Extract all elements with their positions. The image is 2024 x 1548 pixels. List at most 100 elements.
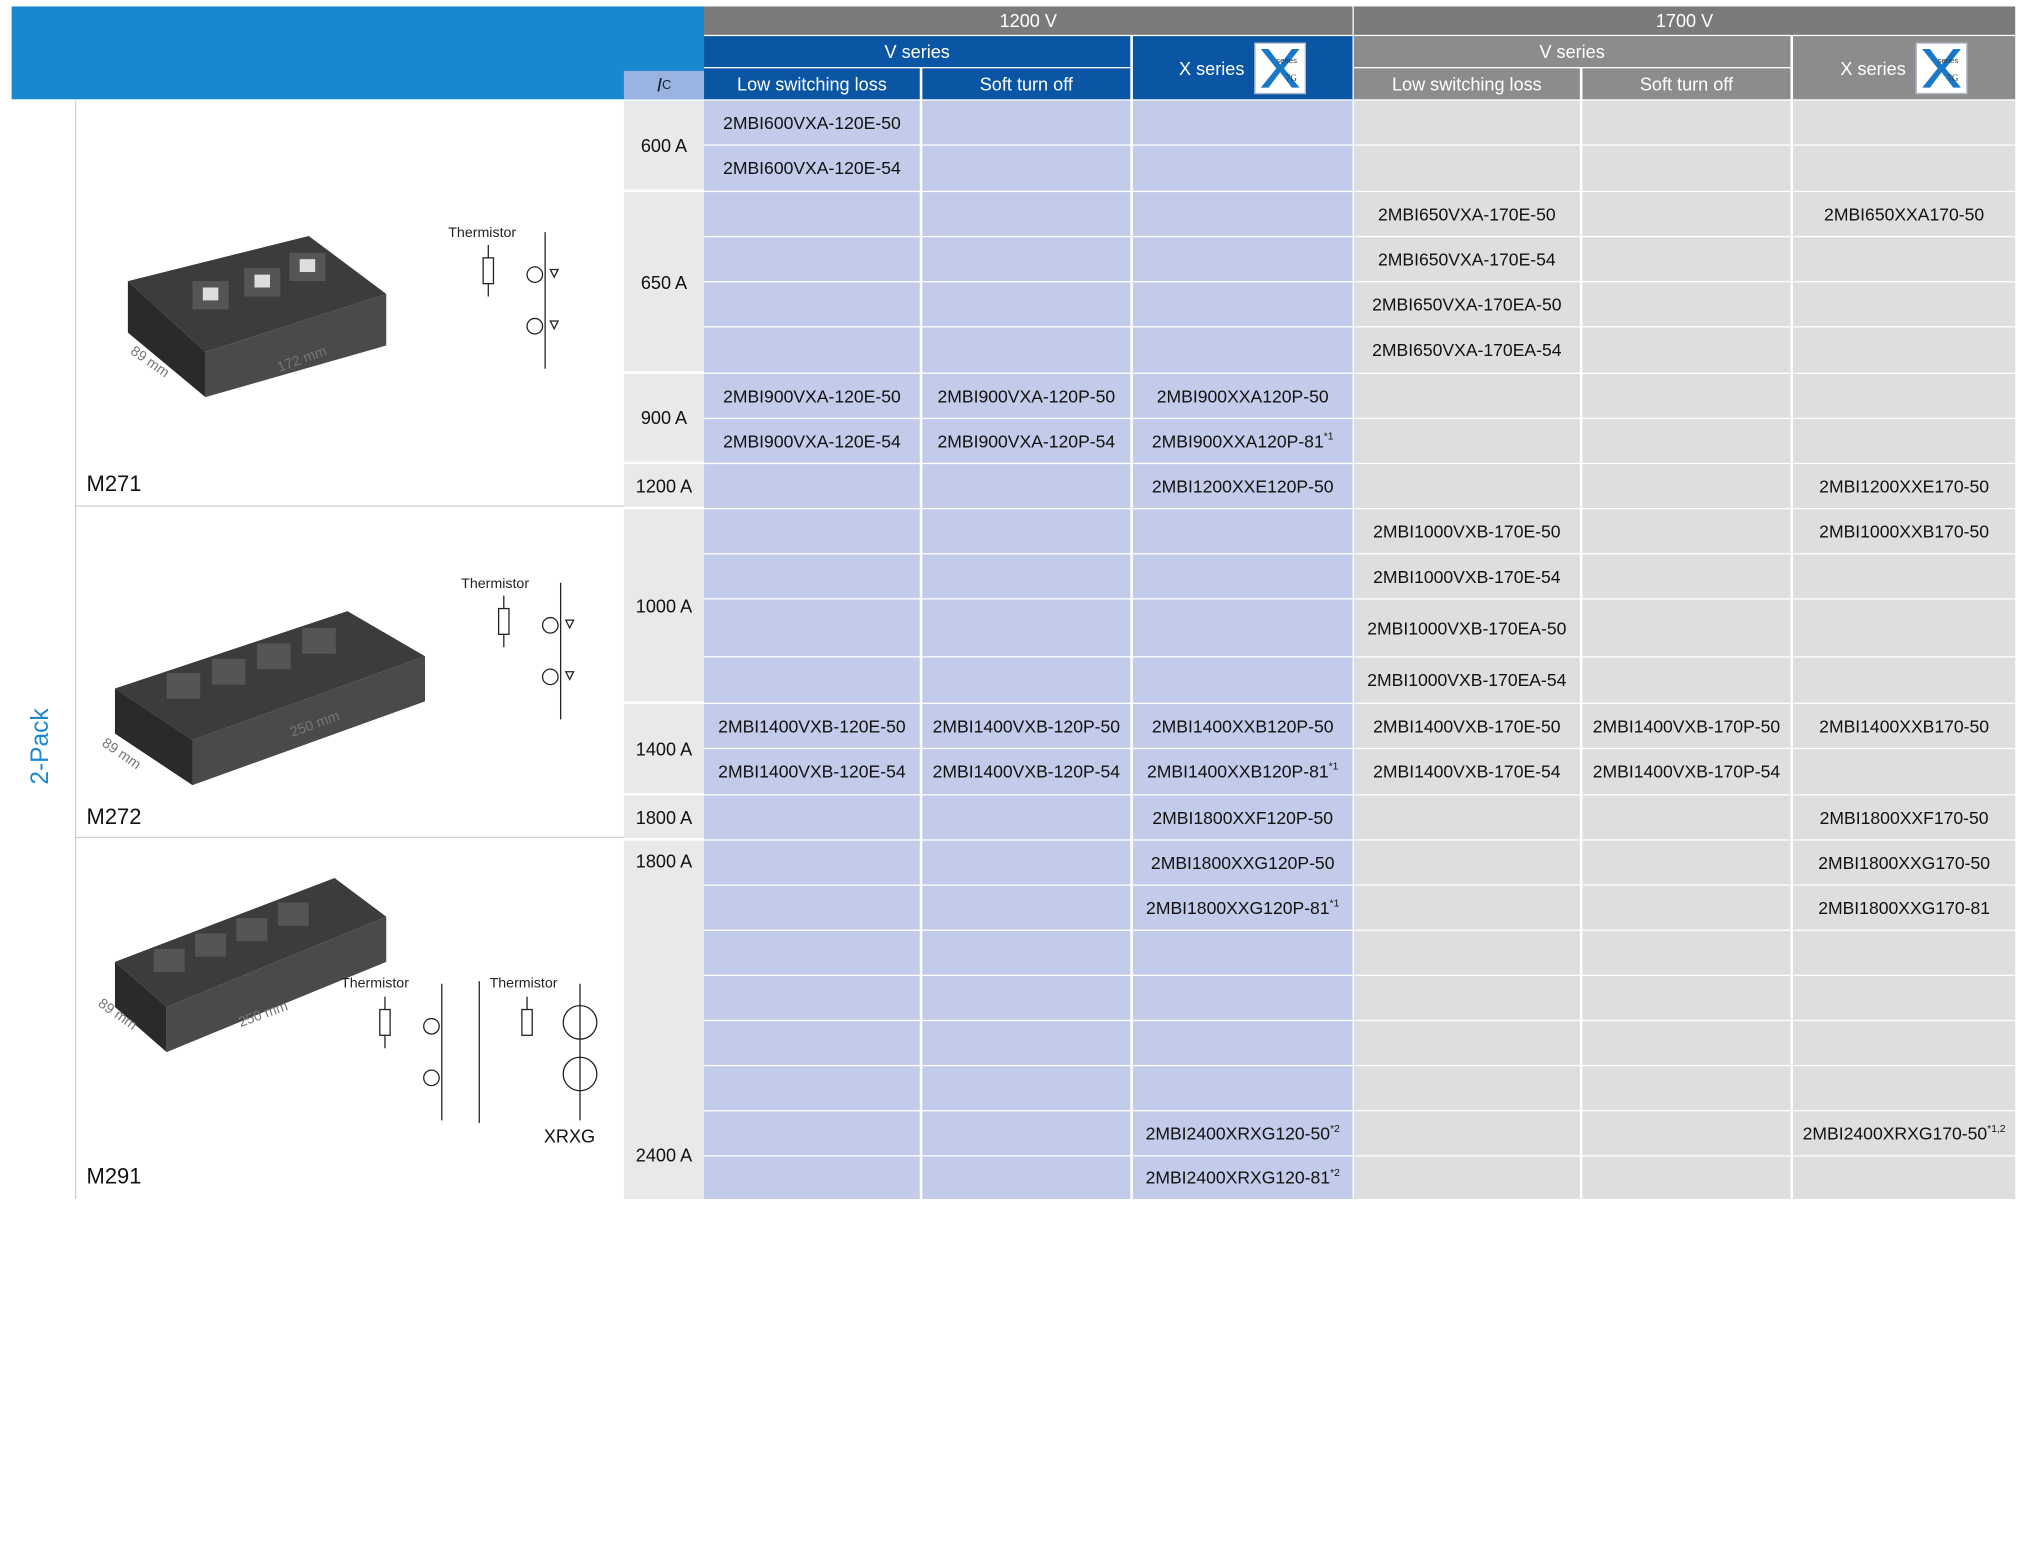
empty-cell <box>922 509 1131 554</box>
current-cell: 1800 A <box>623 795 705 840</box>
empty-cell <box>1582 282 1791 327</box>
empty-cell <box>922 976 1131 1020</box>
empty-cell <box>1353 464 1580 508</box>
current-cell: 1000 A <box>623 509 705 703</box>
empty-cell <box>1793 976 2016 1020</box>
part-number-cell: 2MBI1200XXE120P-50 <box>1132 464 1353 508</box>
empty-cell <box>1582 1066 1791 1111</box>
empty-cell <box>1582 554 1791 599</box>
part-number: 2MBI900XXA120P-50 <box>1156 386 1329 406</box>
part-number: 2MBI1400VXB-120P-54 <box>932 761 1121 782</box>
current-cell: 1200 A <box>623 464 705 508</box>
part-number-cell: 2MBI600VXA-120E-50 <box>704 100 920 145</box>
current-cell: 2400 A <box>623 1111 705 1200</box>
empty-cell <box>1582 1111 1791 1156</box>
empty-cell <box>1353 373 1580 418</box>
part-number: 2MBI2400XRXG170-50 <box>1802 1123 1988 1143</box>
part-number-cell: 2MBI650VXA-170EA-50 <box>1353 282 1580 327</box>
part-number: 2MBI1000XXB170-50 <box>1819 521 1990 541</box>
part-number: 2MBI2400XRXG120-81 <box>1145 1168 1331 1188</box>
empty-cell <box>922 100 1131 145</box>
part-number-cell: 2MBI1400VXB-170P-54 <box>1582 749 1791 795</box>
footnote-marker: *2 <box>1330 1166 1340 1179</box>
empty-cell <box>1353 840 1580 885</box>
empty-cell <box>1353 100 1580 145</box>
part-number-cell: 2MBI1400XXB120P-81 *1 <box>1132 749 1353 795</box>
empty-cell <box>1353 419 1580 463</box>
empty-cell <box>1582 237 1791 282</box>
part-number-cell: 2MBI650VXA-170EA-54 <box>1353 327 1580 373</box>
soft-turn-off-1700-header: Soft turn off <box>1582 68 1791 100</box>
part-number: 2MBI1800XXG170-50 <box>1818 852 1991 873</box>
empty-cell <box>704 657 920 703</box>
part-number: 2MBI1400XXB170-50 <box>1819 716 1990 736</box>
current-cell-empty <box>623 884 705 1112</box>
footnote-marker: *1 <box>1328 760 1339 773</box>
empty-cell <box>704 327 920 373</box>
empty-cell <box>922 657 1131 703</box>
module-m291-label: M291 <box>86 1164 142 1189</box>
low-switching-1200-header: Low switching loss <box>704 68 920 100</box>
part-number: 2MBI1400XXB120P-81 <box>1147 761 1329 782</box>
empty-cell <box>1793 282 2016 327</box>
part-number: 2MBI650VXA-170EA-54 <box>1372 340 1562 360</box>
empty-cell <box>1353 795 1580 840</box>
empty-cell <box>1582 1021 1791 1065</box>
part-number-cell: 2MBI1000XXB170-50 <box>1793 509 2016 554</box>
voltage-1200-header: 1200 V <box>704 6 1353 35</box>
soft-turn-off-1200-header: Soft turn off <box>922 68 1131 100</box>
current-cell: 1800 A <box>623 840 705 885</box>
group-label: 2-Pack <box>27 708 55 785</box>
part-number: 2MBI1400VXB-170P-54 <box>1592 761 1781 782</box>
empty-cell <box>1793 327 2016 373</box>
empty-cell <box>1353 1066 1580 1111</box>
svg-text:7G: 7G <box>1948 73 1960 83</box>
empty-cell <box>704 1066 920 1111</box>
empty-cell <box>1132 1021 1353 1065</box>
empty-cell <box>1132 145 1353 191</box>
empty-cell <box>1582 657 1791 703</box>
part-number-cell: 2MBI1400XXB120P-50 <box>1132 703 1353 748</box>
part-number: 2MBI1800XXF120P-50 <box>1152 807 1334 828</box>
empty-cell <box>1353 1156 1580 1200</box>
empty-cell <box>1132 509 1353 554</box>
empty-cell <box>1793 657 2016 703</box>
current-cell: 1400 A <box>623 703 705 795</box>
part-number-cell: 2MBI1400VXB-120E-50 <box>704 703 920 748</box>
part-number: 2MBI1000VXB-170E-50 <box>1373 521 1561 541</box>
voltage-1700-header: 1700 V <box>1353 6 2016 35</box>
part-number-cell: 2MBI1800XXF170-50 <box>1793 795 2016 840</box>
empty-cell <box>704 1021 920 1065</box>
part-number-cell: 2MBI900VXA-120E-54 <box>704 419 920 463</box>
m291-circuit-diagram <box>379 981 480 1123</box>
empty-cell <box>1582 599 1791 657</box>
module-m291-panel: 89 mm 250 mm Thermistor Thermistor XRXG … <box>76 839 624 1199</box>
part-number: 2MBI650VXA-170E-50 <box>1378 204 1556 224</box>
empty-cell <box>704 554 920 599</box>
svg-text:series: series <box>1277 56 1298 65</box>
m271-circuit-diagram <box>482 232 560 369</box>
part-number-cell: 2MBI1800XXG120P-81 *1 <box>1132 885 1353 930</box>
empty-cell <box>704 282 920 327</box>
part-number: 2MBI600VXA-120E-54 <box>723 158 901 178</box>
empty-cell <box>1132 192 1353 236</box>
empty-cell <box>922 464 1131 508</box>
part-number-cell: 2MBI1000VXB-170EA-54 <box>1353 657 1580 703</box>
part-number-cell: 2MBI900VXA-120E-50 <box>704 373 920 418</box>
part-number: 2MBI650XXA170-50 <box>1824 204 1985 224</box>
part-number: 2MBI1800XXG120P-50 <box>1150 852 1335 873</box>
empty-cell <box>1582 192 1791 236</box>
part-number-cell: 2MBI1800XXG170-81 <box>1793 885 2016 930</box>
part-number-cell: 2MBI1400VXB-120P-54 <box>922 749 1131 795</box>
current-cell: 650 A <box>623 192 705 373</box>
empty-cell <box>1582 145 1791 191</box>
part-number-cell: 2MBI650VXA-170E-50 <box>1353 192 1580 236</box>
part-number-cell: 2MBI1800XXG120P-50 <box>1132 840 1353 885</box>
part-number-cell: 2MBI900XXA120P-50 <box>1132 373 1353 418</box>
part-number: 2MBI1400VXB-120P-50 <box>932 716 1121 736</box>
part-number: 2MBI1000VXB-170EA-50 <box>1367 618 1567 638</box>
empty-cell <box>1582 885 1791 930</box>
part-number-cell: 2MBI1000VXB-170E-50 <box>1353 509 1580 554</box>
part-number: 2MBI900VXA-120P-50 <box>937 386 1116 406</box>
part-number: 2MBI1800XXG170-81 <box>1818 897 1991 918</box>
